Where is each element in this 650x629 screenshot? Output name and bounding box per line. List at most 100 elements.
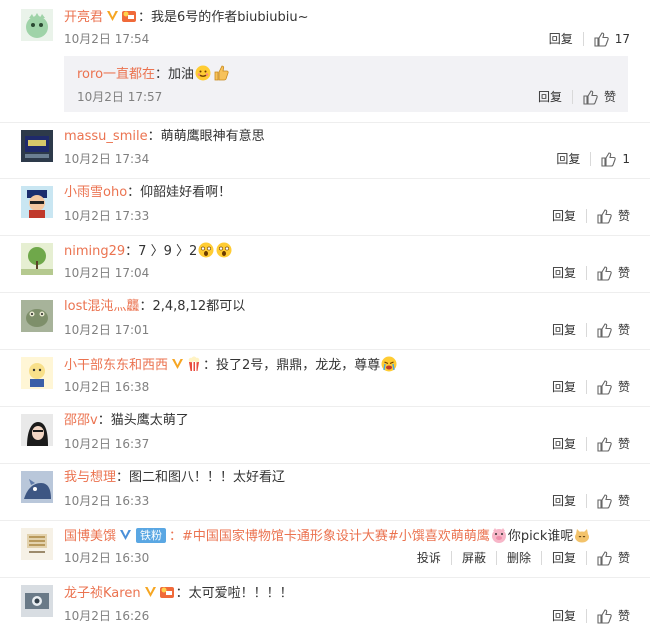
username-link[interactable]: 开亮君 <box>64 10 103 25</box>
divider <box>540 551 542 565</box>
avatar[interactable] <box>21 471 53 503</box>
reply-button[interactable]: 回复 <box>552 379 576 395</box>
divider <box>585 609 587 623</box>
like-button[interactable]: 赞 <box>597 436 630 452</box>
thumb-up-icon <box>597 493 612 509</box>
comment-line: 我与想理：图二和图八！！！太好看辽 <box>64 469 640 487</box>
comment-text: ：我是6号的作者biubiubiu~ <box>138 10 309 25</box>
like-button[interactable]: 17 <box>594 31 630 47</box>
avatar[interactable] <box>21 130 53 162</box>
comment-actions: 回复 赞 <box>552 436 630 452</box>
avatar[interactable] <box>21 186 53 218</box>
avatar[interactable] <box>21 9 53 41</box>
comment-list: 开亮君 ：我是6号的作者biubiubiu~ 10月2日 17:54 回复 17 … <box>0 0 650 629</box>
comment-line: lost混沌灬龘：2,4,8,12都可以 <box>64 298 640 316</box>
like-button[interactable]: 赞 <box>597 265 630 281</box>
thumb-up-icon <box>583 89 598 105</box>
report-button[interactable]: 投诉 <box>417 550 441 566</box>
username-link[interactable]: lost混沌灬龘 <box>64 299 139 314</box>
thumb-up-icon <box>601 151 617 167</box>
reply-button[interactable]: 回复 <box>552 493 576 509</box>
verified-v-icon <box>172 359 184 369</box>
like-label: 赞 <box>617 437 630 451</box>
reply-button[interactable]: 回复 <box>552 436 576 452</box>
like-label: 赞 <box>617 494 630 508</box>
divider <box>585 494 587 508</box>
scream-emoji-icon <box>216 242 232 258</box>
verified-v-icon <box>107 11 119 21</box>
thumb-up-icon <box>597 379 612 395</box>
avatar[interactable] <box>21 357 53 389</box>
comment-time: 10月2日 17:01 <box>64 323 150 337</box>
pig-emoji-icon <box>491 528 506 543</box>
comment-time: 10月2日 17:34 <box>64 152 150 166</box>
like-button[interactable]: 赞 <box>583 89 616 105</box>
comment-actions: 回复 赞 <box>552 608 630 624</box>
divider <box>585 209 587 223</box>
reply-button[interactable]: 回复 <box>552 208 576 224</box>
divider <box>571 90 573 104</box>
comment-actions: 回复 17 <box>549 31 630 47</box>
username-link[interactable]: 我与想理 <box>64 470 116 485</box>
like-label: 赞 <box>617 609 630 623</box>
username-link[interactable]: niming29 <box>64 244 125 259</box>
username-link[interactable]: 小干部东东和西西 <box>64 358 168 373</box>
username-link[interactable]: 邵邵v <box>64 413 98 428</box>
thumb-up-icon <box>597 265 612 281</box>
like-button[interactable]: 赞 <box>597 322 630 338</box>
username-link[interactable]: 小雨雪oho <box>64 185 127 200</box>
comment-actions: 回复 1 <box>556 151 630 167</box>
reply-button[interactable]: 回复 <box>556 151 580 167</box>
avatar[interactable] <box>21 414 53 446</box>
username-link[interactable]: 龙子祯Karen <box>64 586 141 601</box>
reply-button[interactable]: 回复 <box>538 89 562 105</box>
reply-button[interactable]: 回复 <box>552 322 576 338</box>
like-button[interactable]: 1 <box>601 151 630 167</box>
thumb-up-icon <box>597 436 612 452</box>
reply-button[interactable]: 回复 <box>552 550 576 566</box>
fan-badge: 铁粉 <box>136 528 167 543</box>
like-button[interactable]: 赞 <box>597 208 630 224</box>
comment-item: niming29：7 〉9 〉2 10月2日 17:04 回复 赞 <box>0 235 650 293</box>
divider <box>495 551 497 565</box>
comment-item: massu_smile：萌萌鹰眼神有意思 10月2日 17:34 回复 1 <box>0 122 650 179</box>
comment-line: massu_smile：萌萌鹰眼神有意思 <box>64 128 640 146</box>
like-button[interactable]: 赞 <box>597 608 630 624</box>
reply-button[interactable]: 回复 <box>549 31 573 47</box>
avatar[interactable] <box>21 243 53 275</box>
like-count: 17 <box>614 32 630 46</box>
comment-item: 国博美馔 铁粉 ：#中国国家博物馆卡通形象设计大赛#小馔喜欢萌萌鹰 你pick谁呢 1… <box>0 520 650 578</box>
comment-line: 邵邵v：猫头鹰太萌了 <box>64 412 640 430</box>
comment-item: lost混沌灬龘：2,4,8,12都可以 10月2日 17:01 回复 赞 <box>0 292 650 350</box>
username-link[interactable]: 国博美馔 <box>64 529 116 544</box>
reply-button[interactable]: 回复 <box>552 608 576 624</box>
comment-actions: 回复 赞 <box>552 322 630 338</box>
hashtag-link[interactable]: ：#中国国家博物馆卡通形象设计大赛#小馔喜欢萌萌鹰 <box>169 529 490 544</box>
reply-username-link[interactable]: roro一直都在 <box>77 67 155 82</box>
divider <box>585 323 587 337</box>
delete-button[interactable]: 删除 <box>507 550 531 566</box>
comment-item: 龙子祯Karen ：太可爱啦！！！！ 10月2日 16:26 回复 赞 <box>0 577 650 629</box>
reply-text: ：加油 <box>155 67 195 82</box>
divider <box>585 380 587 394</box>
avatar[interactable] <box>21 585 53 617</box>
username-link[interactable]: massu_smile <box>64 129 148 144</box>
like-count: 1 <box>622 152 630 166</box>
avatar[interactable] <box>21 300 53 332</box>
like-button[interactable]: 赞 <box>597 493 630 509</box>
comment-time: 10月2日 17:33 <box>64 209 150 223</box>
comment-item: 我与想理：图二和图八！！！太好看辽 10月2日 16:33 回复 赞 <box>0 463 650 521</box>
avatar[interactable] <box>21 528 53 560</box>
divider <box>590 152 592 166</box>
like-button[interactable]: 赞 <box>597 379 630 395</box>
block-button[interactable]: 屏蔽 <box>462 550 486 566</box>
like-button[interactable]: 赞 <box>597 550 630 566</box>
reply-button[interactable]: 回复 <box>552 265 576 281</box>
comment-text: 你pick谁呢 <box>507 529 574 544</box>
comment-time: 10月2日 17:54 <box>64 32 150 46</box>
thumb-up-icon <box>594 31 609 47</box>
thumb-up-icon <box>597 608 612 624</box>
comment-time: 10月2日 16:37 <box>64 437 150 451</box>
divider <box>585 437 587 451</box>
comment-time: 10月2日 16:26 <box>64 609 150 623</box>
